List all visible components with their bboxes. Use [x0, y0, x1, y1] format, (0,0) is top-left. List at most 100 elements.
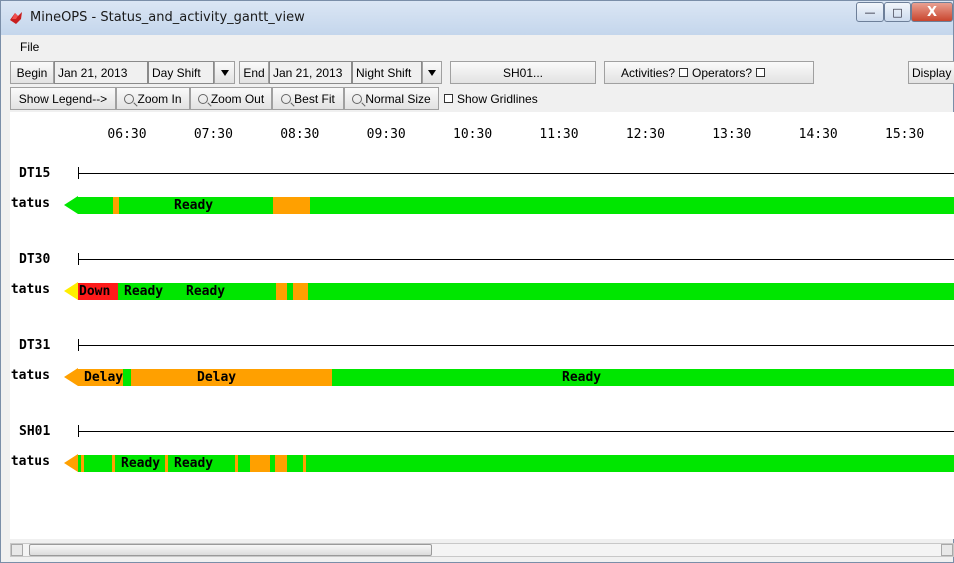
close-icon: X: [926, 4, 938, 20]
time-axis-label: 12:30: [625, 127, 665, 142]
menu-file[interactable]: File: [20, 40, 39, 54]
begin-shift-select[interactable]: Day Shift: [148, 61, 214, 84]
equipment-row-name: DT15: [19, 166, 51, 181]
status-segment-label: Delay: [84, 370, 124, 385]
gantt-chart-area[interactable]: 06:30 07:30 08:30 09:30 10:30 11:30 12:30 13:30…: [10, 112, 954, 539]
window-title: MineOPS - Status_and_activity_gantt_view: [30, 10, 305, 25]
app-logo-icon: [10, 12, 22, 24]
status-bar[interactable]: Delay Delay Ready: [78, 369, 954, 386]
row-timeline-tick: [78, 167, 79, 179]
status-segment-ready[interactable]: [836, 369, 954, 386]
status-segment-label: Ready: [174, 198, 214, 213]
zoom-in-icon: [124, 93, 135, 104]
best-fit-button[interactable]: Best Fit: [272, 87, 344, 110]
app-window: MineOPS - Status_and_activity_gantt_view…: [0, 0, 954, 563]
status-segment-delay[interactable]: [275, 455, 287, 472]
status-row-label: Status: [10, 282, 50, 297]
scrollbar-thumb[interactable]: [29, 544, 432, 556]
scroll-left-button[interactable]: [11, 544, 23, 556]
status-segment-label: Delay: [197, 370, 237, 385]
row-timeline-line: [78, 173, 954, 174]
status-start-arrow: [64, 368, 78, 386]
status-segment-label: Down: [79, 284, 111, 299]
normal-size-icon: [352, 93, 363, 104]
date-range-toolbar: Begin Jan 21, 2013 Day Shift End Jan 21,…: [10, 61, 954, 85]
status-segment-ready[interactable]: [308, 283, 954, 300]
chevron-down-icon: [220, 69, 229, 76]
options-group: Activities? Operators?: [604, 61, 814, 84]
maximize-icon: □: [892, 5, 903, 19]
end-date-field[interactable]: Jan 21, 2013: [269, 61, 352, 84]
zoom-in-button[interactable]: Zoom In: [116, 87, 190, 110]
time-axis-label: 07:30: [193, 127, 233, 142]
show-legend-button[interactable]: Show Legend-->: [10, 87, 116, 110]
status-bar[interactable]: Ready Ready: [78, 455, 954, 472]
maximize-button[interactable]: □: [884, 2, 911, 22]
status-segment-delay[interactable]: [273, 197, 282, 214]
minimize-icon: —: [864, 5, 876, 19]
status-segment-label: Ready: [562, 370, 602, 385]
view-toolbar: Show Legend--> Zoom In Zoom Out Best Fit…: [10, 87, 954, 111]
status-segment-delay[interactable]: [300, 197, 310, 214]
status-segment-delay[interactable]: [282, 197, 300, 214]
time-axis-label: 13:30: [712, 127, 752, 142]
status-segment-label: Ready: [121, 456, 161, 471]
status-bar[interactable]: Ready: [78, 197, 954, 214]
status-segment-ready[interactable]: [78, 197, 113, 214]
status-row-label: Status: [10, 368, 50, 383]
activities-label: Activities?: [621, 65, 676, 80]
status-segment-delay[interactable]: [293, 283, 308, 300]
status-segment-ready[interactable]: [306, 455, 954, 472]
status-segment-delay[interactable]: [307, 369, 332, 386]
display-button[interactable]: Display: [908, 61, 954, 84]
status-row-label: Status: [10, 454, 50, 469]
begin-date-field[interactable]: Jan 21, 2013: [54, 61, 148, 84]
normal-size-label: Normal Size: [365, 91, 431, 106]
best-fit-icon: [281, 93, 292, 104]
normal-size-button[interactable]: Normal Size: [344, 87, 439, 110]
row-timeline-line: [78, 431, 954, 432]
time-axis-label: 08:30: [280, 127, 320, 142]
equipment-select-button[interactable]: SH01...: [450, 61, 596, 84]
end-shift-select[interactable]: Night Shift: [352, 61, 422, 84]
status-segment-ready[interactable]: [84, 455, 112, 472]
row-timeline-tick: [78, 253, 79, 265]
begin-button[interactable]: Begin: [10, 61, 54, 84]
gridlines-toggle[interactable]: Show Gridlines: [441, 87, 551, 110]
operators-checkbox[interactable]: [756, 68, 766, 77]
end-button[interactable]: End: [239, 61, 269, 84]
status-segment-ready[interactable]: [287, 455, 303, 472]
scroll-right-button[interactable]: [941, 544, 953, 556]
status-segment-ready[interactable]: [238, 455, 250, 472]
begin-shift-dropdown[interactable]: [214, 61, 235, 84]
chevron-down-icon: [428, 69, 436, 76]
status-segment-label: Ready: [186, 284, 226, 299]
time-axis-label: 09:30: [366, 127, 406, 142]
row-timeline-line: [78, 259, 954, 260]
status-segment-delay[interactable]: [276, 283, 287, 300]
zoom-out-label: Zoom Out: [210, 91, 265, 106]
status-bar[interactable]: Down Ready Ready: [78, 283, 954, 300]
menu-bar: File: [7, 36, 953, 59]
status-start-arrow: [64, 454, 78, 472]
minimize-button[interactable]: —: [856, 2, 884, 22]
status-segment-label: Ready: [124, 284, 164, 299]
status-segment-ready[interactable]: [310, 197, 954, 214]
status-segment-delay[interactable]: [250, 455, 270, 472]
zoom-out-button[interactable]: Zoom Out: [190, 87, 272, 110]
gridlines-checkbox[interactable]: [444, 94, 453, 103]
equipment-row-name: DT31: [19, 338, 51, 353]
equipment-row-name: SH01: [19, 424, 51, 439]
close-button[interactable]: X: [911, 2, 953, 22]
time-axis-label: 06:30: [107, 127, 147, 142]
horizontal-scrollbar[interactable]: [10, 543, 954, 557]
time-axis-label: 11:30: [539, 127, 579, 142]
status-segment-ready[interactable]: [123, 369, 131, 386]
status-row-label: Status: [10, 196, 50, 211]
row-timeline-line: [78, 345, 954, 346]
row-timeline-tick: [78, 425, 79, 437]
status-start-arrow: [64, 282, 78, 300]
end-shift-dropdown[interactable]: [422, 61, 442, 84]
activities-checkbox[interactable]: [679, 68, 689, 77]
title-bar[interactable]: MineOPS - Status_and_activity_gantt_view…: [1, 1, 953, 35]
